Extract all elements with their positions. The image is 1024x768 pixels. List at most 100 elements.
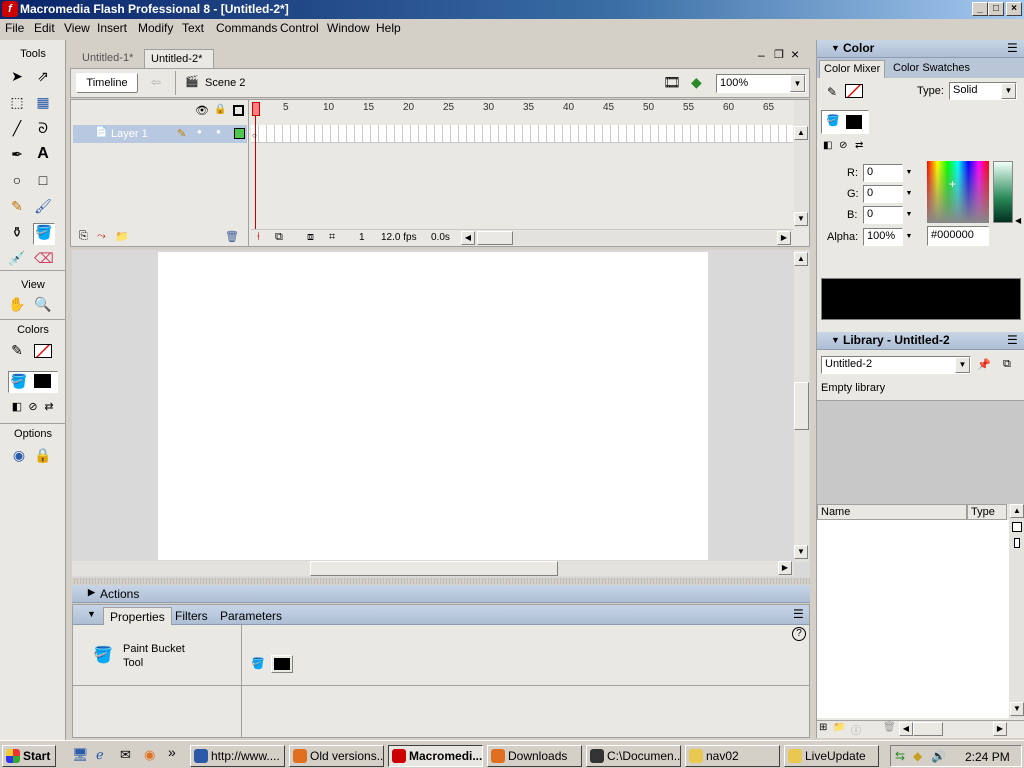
taskbar-item-downloads[interactable]: Downloads	[487, 745, 582, 767]
stroke-color-icon[interactable]: ✎	[8, 342, 26, 360]
menu-window[interactable]: Window	[327, 21, 370, 35]
taskbar-item-nav02[interactable]: nav02	[685, 745, 780, 767]
library-scroll-right-icon[interactable]: ▶	[993, 722, 1007, 736]
stage-h-thumb[interactable]	[310, 561, 558, 576]
alpha-field[interactable]: 100%	[863, 228, 903, 246]
brush-tool-icon[interactable]: 🖌	[34, 198, 52, 216]
library-panel-header[interactable]: ▼ Library - Untitled-2 ☰	[817, 332, 1024, 350]
pen-tool-icon[interactable]: ✒	[8, 146, 26, 164]
layer-row[interactable]: 📄 Layer 1 ✎ ● ●	[73, 125, 247, 143]
volume-icon[interactable]: 🔊	[931, 749, 946, 763]
doc-close-icon[interactable]: ×	[791, 46, 799, 62]
lasso-tool-icon[interactable]: ᘐ	[34, 120, 52, 138]
clock[interactable]: 2:24 PM	[965, 750, 1010, 764]
taskbar-item-liveupdate[interactable]: LiveUpdate	[784, 745, 879, 767]
edit-scene-icon[interactable]: 🎞	[663, 74, 681, 91]
layer-visible-dot[interactable]: ●	[197, 127, 202, 136]
color-spectrum[interactable]: +	[927, 161, 989, 223]
start-button[interactable]: Start	[2, 745, 56, 767]
library-scroll-down-icon[interactable]: ▼	[1010, 702, 1024, 716]
r-dropdown-icon[interactable]: ▼	[903, 164, 915, 182]
timeline-h-thumb[interactable]	[477, 231, 513, 245]
onion-skin-icon[interactable]: ⧉	[275, 231, 283, 244]
mixer-swap-icon[interactable]: ⇄	[855, 140, 863, 151]
insert-layer-icon[interactable]: ⎘	[79, 230, 88, 243]
stage-scroll-up-icon[interactable]: ▲	[794, 252, 808, 266]
layer-outline-color[interactable]	[234, 128, 245, 139]
line-tool-icon[interactable]: ╱	[8, 120, 26, 138]
menu-modify[interactable]: Modify	[138, 21, 173, 35]
type-dropdown-icon[interactable]: ▼	[1001, 83, 1016, 99]
library-select[interactable]: Untitled-2	[821, 356, 971, 374]
mixer-stroke-swatch[interactable]	[845, 84, 863, 98]
stroke-color-swatch[interactable]	[34, 344, 52, 358]
tab-untitled-2[interactable]: Untitled-2*	[144, 49, 214, 68]
menu-insert[interactable]: Insert	[97, 21, 127, 35]
pin-library-icon[interactable]: 📌	[977, 358, 991, 371]
outline-icon[interactable]	[233, 105, 244, 116]
collapse-arrow-icon[interactable]: ▼	[87, 609, 96, 619]
column-header-name[interactable]: Name	[817, 504, 967, 520]
doc-restore-icon[interactable]: ❐	[774, 48, 784, 61]
stage-scroll-right-icon[interactable]: ▶	[778, 561, 792, 575]
timeline-h-scrollbar[interactable]: ◀ ▶	[461, 231, 791, 245]
tab-properties[interactable]: Properties	[103, 607, 172, 625]
fill-color-swatch[interactable]	[34, 374, 51, 388]
actions-panel-header[interactable]: ▶ Actions	[72, 585, 810, 603]
pencil-tool-icon[interactable]: ✎	[8, 198, 26, 216]
scroll-right-icon[interactable]: ▶	[777, 231, 791, 245]
taskbar-item-ie[interactable]: http://www....	[190, 745, 285, 767]
network-icon[interactable]: ⇆	[895, 749, 905, 763]
new-library-icon[interactable]: ⧉	[1003, 358, 1011, 371]
g-field[interactable]: 0	[863, 185, 903, 203]
paint-bucket-icon[interactable]: 🪣	[33, 223, 55, 245]
r-field[interactable]: 0	[863, 164, 903, 182]
norton-icon[interactable]: ◆	[913, 749, 922, 763]
menu-control[interactable]: Control	[280, 21, 319, 35]
new-symbol-icon[interactable]: ⊞	[819, 722, 827, 733]
menu-commands[interactable]: Commands	[216, 21, 277, 35]
menu-view[interactable]: View	[64, 21, 90, 35]
tab-untitled-1[interactable]: Untitled-1*	[74, 49, 144, 67]
library-h-thumb[interactable]	[913, 722, 943, 736]
brightness-pointer-icon[interactable]: ◀	[1015, 216, 1021, 225]
firefox-icon[interactable]: ◉	[144, 747, 155, 763]
panel-options-icon[interactable]: ☰	[793, 607, 804, 621]
frame-row[interactable]	[251, 125, 793, 143]
eraser-icon[interactable]: ⌫	[34, 250, 54, 268]
hand-tool-icon[interactable]: ✋	[8, 296, 26, 314]
scroll-down-icon[interactable]: ▼	[794, 212, 808, 226]
onion-markers-icon[interactable]: ⌗	[329, 231, 335, 244]
tab-filters[interactable]: Filters	[175, 609, 208, 623]
taskbar-item-firefox[interactable]: Old versions...	[289, 745, 384, 767]
eyedropper-icon[interactable]: 💉	[8, 250, 26, 268]
prop-fill-color-button[interactable]	[271, 655, 293, 673]
alpha-dropdown-icon[interactable]: ▼	[903, 228, 915, 246]
library-dropdown-icon[interactable]: ▼	[955, 357, 970, 373]
playhead[interactable]	[252, 102, 263, 230]
keyframe-dot[interactable]: ○	[252, 131, 257, 140]
tab-color-swatches[interactable]: Color Swatches	[893, 62, 970, 74]
scroll-up-icon[interactable]: ▲	[794, 126, 808, 140]
taskbar-item-7zip[interactable]: C:\Documen...	[586, 745, 681, 767]
text-tool-icon[interactable]: A	[34, 146, 52, 164]
stage-h-scrollbar[interactable]: ▶	[72, 561, 794, 576]
brightness-slider[interactable]	[993, 161, 1013, 223]
menu-help[interactable]: Help	[376, 21, 401, 35]
tab-parameters[interactable]: Parameters	[220, 609, 282, 623]
edit-multiple-icon[interactable]: ⧈	[307, 231, 314, 244]
layer-name[interactable]: Layer 1	[111, 128, 148, 140]
center-frame-icon[interactable]: ⍿	[257, 231, 260, 244]
edit-symbols-icon[interactable]: ◆	[691, 74, 702, 91]
color-panel-header[interactable]: ▼ Color ☰	[817, 40, 1024, 58]
gap-size-icon[interactable]: ◉	[10, 447, 28, 465]
color-options-icon[interactable]: ☰	[1007, 41, 1018, 55]
add-motion-guide-icon[interactable]: ⤳	[97, 230, 106, 243]
help-icon[interactable]: ?	[792, 627, 806, 641]
ie-icon[interactable]: ℯ	[96, 747, 104, 763]
frame-ruler[interactable]: 1 5 10 15 20 25 30 35 40 45 50 55 60 65	[251, 100, 793, 122]
quicklaunch-more-icon[interactable]: »	[168, 744, 176, 760]
close-button[interactable]: ×	[1006, 2, 1022, 16]
narrow-state-icon[interactable]	[1014, 538, 1020, 548]
lock-fill-icon[interactable]: 🔒	[34, 447, 52, 465]
